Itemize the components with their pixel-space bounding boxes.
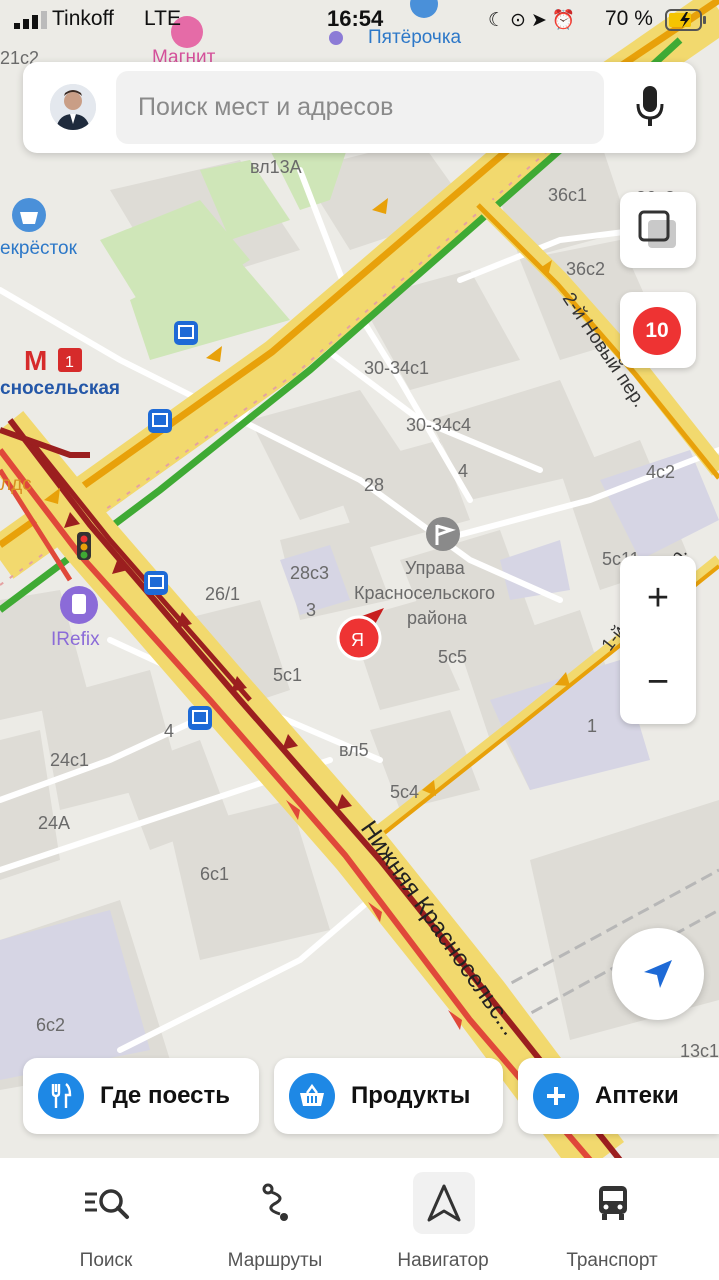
building-label: вл5 (339, 740, 369, 760)
carrier-name: Tinkoff (52, 7, 114, 30)
tab-label: Маршруты (227, 1250, 323, 1271)
signal-icon (14, 11, 47, 29)
navigator-arrow-icon (413, 1172, 475, 1234)
building-label: 36с1 (548, 185, 587, 205)
tab-transport[interactable]: Транспорт (527, 1158, 697, 1280)
battery-percent: 70 % (605, 7, 653, 30)
search-list-icon (76, 1172, 138, 1234)
building-label: 5с5 (438, 647, 467, 667)
network-type: LTE (144, 7, 181, 30)
bus-icon (582, 1172, 644, 1234)
uprava-label-1: Управа (405, 558, 466, 578)
tab-routes[interactable]: Маршруты (190, 1158, 360, 1280)
svg-text:М: М (24, 345, 47, 376)
avatar[interactable] (50, 84, 96, 130)
tab-label: Навигатор (397, 1250, 489, 1271)
basket-icon (289, 1073, 335, 1119)
traffic-level-badge: 10 (633, 307, 681, 355)
tab-search[interactable]: Поиск (21, 1158, 191, 1280)
fork-knife-icon (38, 1073, 84, 1119)
building-label: 4 (164, 721, 174, 741)
search-field-container (116, 71, 604, 144)
irefix-poi-icon[interactable] (60, 586, 98, 624)
tab-label: Поиск (79, 1250, 133, 1271)
uprava-label-3: района (407, 608, 468, 628)
tab-navigator[interactable]: Навигатор (358, 1158, 528, 1280)
status-icons: ☾⊙➤⏰ (488, 8, 581, 32)
rotation-lock-icon: ⊙ (510, 10, 531, 31)
category-label: Где поесть (100, 1082, 230, 1109)
traffic-button[interactable]: 10 (620, 292, 696, 368)
building-label: 24А (38, 813, 70, 833)
map-canvas[interactable]: М Я екрёсток Пятёрочка Магнит сносельска… (0, 0, 719, 1160)
uprava-label-2: Красносельского (354, 583, 495, 603)
building-label: 26/1 (205, 584, 240, 604)
moon-icon: ☾ (488, 10, 511, 31)
alarm-icon: ⏰ (551, 10, 581, 31)
metro-label: сносельская (0, 378, 120, 399)
building-label: вл13А (250, 157, 302, 177)
category-pharmacy-button[interactable]: Аптеки (518, 1058, 719, 1134)
building-label: 24с1 (50, 750, 89, 770)
mcdonalds-label: лдс (0, 474, 32, 495)
zoom-out-button[interactable]: − (620, 640, 696, 724)
category-products-button[interactable]: Продукты (274, 1058, 503, 1134)
category-label: Продукты (351, 1082, 471, 1109)
building-label: 3 (306, 600, 316, 620)
tab-label: Транспорт (566, 1250, 658, 1271)
building-label: 28с3 (290, 563, 329, 583)
location-arrow-icon: ➤ (530, 10, 552, 31)
metro-line-number: 1 (65, 354, 74, 371)
zoom-controls: + − (620, 556, 696, 724)
clock: 16:54 (327, 6, 384, 31)
search-bar (23, 62, 696, 153)
battery-icon (665, 9, 706, 31)
building-label: 4 (458, 461, 468, 481)
location-arrow-icon (644, 960, 672, 988)
user-avatar-icon (50, 84, 96, 130)
search-input[interactable] (116, 92, 604, 123)
perekrestok-label: екрёсток (0, 238, 78, 259)
building-label: 4с2 (646, 462, 675, 482)
microphone-icon[interactable] (635, 86, 665, 128)
route-icon (245, 1172, 307, 1234)
irefix-label: IRefix (51, 629, 100, 650)
layers-icon (638, 210, 676, 248)
building-label: 5с4 (390, 782, 419, 802)
building-label: 1 (587, 716, 597, 736)
zoom-in-button[interactable]: + (620, 556, 696, 640)
user-marker-letter: Я (351, 630, 364, 650)
building-label: 5с1 (273, 665, 302, 685)
bottom-tab-bar: Поиск Маршруты Навигатор Транспорт (0, 1158, 719, 1280)
basket-glyph (20, 212, 38, 224)
category-food-button[interactable]: Где поесть (23, 1058, 259, 1134)
status-bar: Tinkoff LTE 16:54 ☾⊙➤⏰ 70 % (0, 0, 719, 40)
traffic-light-icon (77, 532, 91, 560)
map-layers-button[interactable] (620, 192, 696, 268)
building-label: 6с1 (200, 864, 229, 884)
plus-icon (533, 1073, 579, 1119)
building-label: 28 (364, 475, 384, 495)
building-label: 36с2 (566, 259, 605, 279)
building-label: 30-34с4 (406, 415, 471, 435)
my-location-button[interactable] (612, 928, 704, 1020)
uprava-poi-icon[interactable] (426, 517, 460, 551)
building-label: 6с2 (36, 1015, 65, 1035)
category-label: Аптеки (595, 1082, 679, 1109)
building-label: 30-34с1 (364, 358, 429, 378)
